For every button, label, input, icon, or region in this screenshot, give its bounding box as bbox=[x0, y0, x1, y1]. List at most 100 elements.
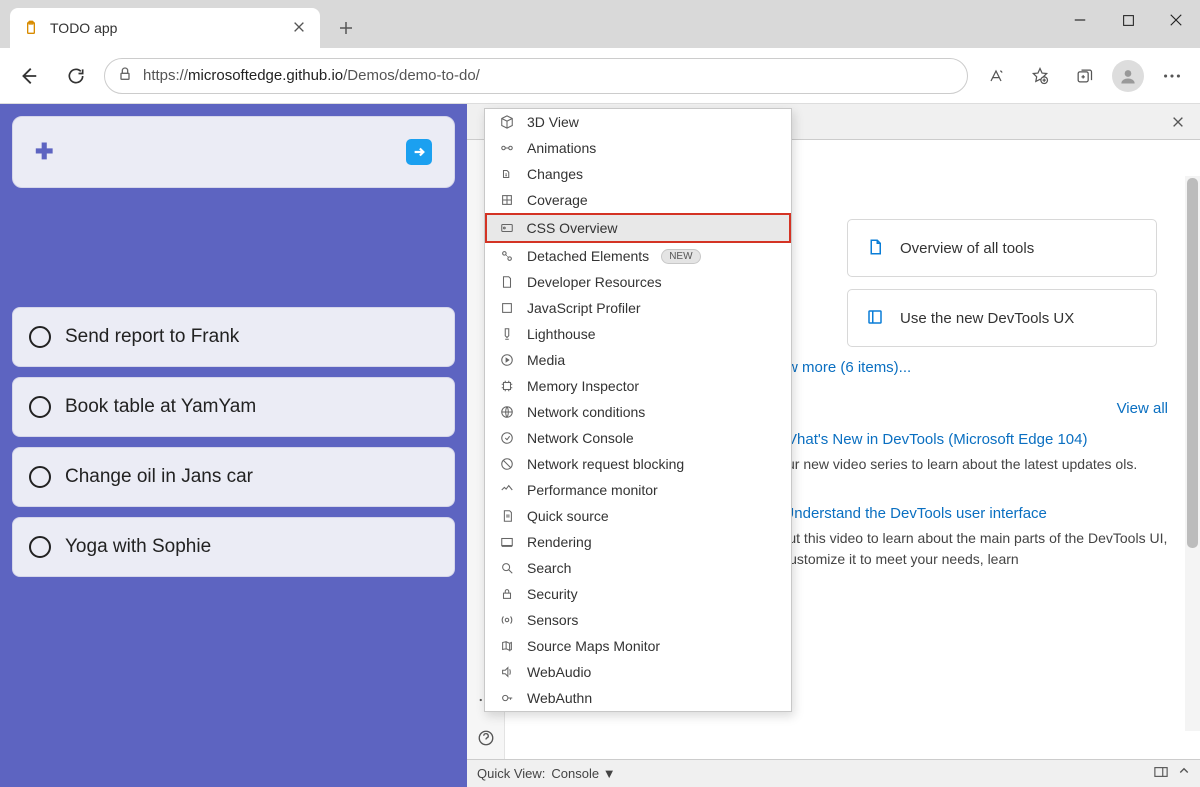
menu-item-webaudio[interactable]: WebAudio bbox=[485, 659, 791, 685]
show-more-link[interactable]: w more (6 items)... bbox=[787, 359, 1168, 376]
quick-view-label: Quick View: bbox=[477, 766, 545, 781]
block-icon bbox=[499, 456, 515, 472]
menu-item-search[interactable]: Search bbox=[485, 555, 791, 581]
todo-checkbox[interactable] bbox=[29, 326, 51, 348]
menu-item-media[interactable]: Media bbox=[485, 347, 791, 373]
menu-item-label: Rendering bbox=[527, 534, 592, 550]
article-video-desc: Check out this video to learn about the … bbox=[737, 528, 1168, 570]
menu-item-label: Coverage bbox=[527, 192, 588, 208]
menu-item-label: Network Console bbox=[527, 430, 634, 446]
menu-item-security[interactable]: Security bbox=[485, 581, 791, 607]
mem-icon bbox=[499, 378, 515, 394]
collections-icon[interactable] bbox=[1064, 56, 1104, 96]
menu-item-lighthouse[interactable]: Lighthouse bbox=[485, 321, 791, 347]
menu-item-webauthn[interactable]: WebAuthn bbox=[485, 685, 791, 711]
devtools-footer: Quick View: Console ▼ bbox=[467, 759, 1200, 787]
menu-item-javascript-profiler[interactable]: JavaScript Profiler bbox=[485, 295, 791, 321]
favorite-icon[interactable] bbox=[1020, 56, 1060, 96]
doc-icon bbox=[499, 274, 515, 290]
menu-item-css-overview[interactable]: CSS Overview bbox=[485, 213, 791, 243]
menu-item-detached-elements[interactable]: Detached ElementsNEW bbox=[485, 243, 791, 269]
menu-item-network-console[interactable]: Network Console bbox=[485, 425, 791, 451]
more-button[interactable] bbox=[1152, 56, 1192, 96]
todo-checkbox[interactable] bbox=[29, 396, 51, 418]
lock-icon bbox=[499, 586, 515, 602]
todo-text: Send report to Frank bbox=[65, 326, 239, 348]
menu-item-source-maps-monitor[interactable]: Source Maps Monitor bbox=[485, 633, 791, 659]
scrollbar[interactable] bbox=[1185, 176, 1200, 731]
todo-item[interactable]: Book table at YamYam bbox=[12, 377, 455, 437]
help-button[interactable] bbox=[473, 725, 499, 751]
menu-item-label: Search bbox=[527, 560, 571, 576]
url-field[interactable]: https://microsoftedge.github.io/Demos/de… bbox=[104, 58, 968, 94]
browser-tab[interactable]: TODO app bbox=[10, 8, 320, 48]
todo-item[interactable]: Change oil in Jans car bbox=[12, 447, 455, 507]
article-whats-new-desc: ur new video series to learn about the l… bbox=[787, 454, 1168, 475]
plus-icon: ✚ bbox=[35, 139, 53, 165]
article-video-title[interactable]: Video: Understand the DevTools user inte… bbox=[737, 505, 1168, 522]
avatar-icon bbox=[1112, 60, 1144, 92]
add-todo-row[interactable]: ✚ bbox=[12, 116, 455, 188]
titlebar: TODO app bbox=[0, 0, 1200, 48]
tab-title: TODO app bbox=[50, 20, 282, 36]
submit-arrow-icon[interactable] bbox=[406, 139, 432, 165]
menu-item-rendering[interactable]: Rendering bbox=[485, 529, 791, 555]
menu-item-label: 3D View bbox=[527, 114, 579, 130]
menu-item-changes[interactable]: Changes bbox=[485, 161, 791, 187]
console-dropdown[interactable]: Console ▼ bbox=[551, 766, 615, 781]
tab-close-icon[interactable] bbox=[292, 20, 308, 36]
todo-item[interactable]: Send report to Frank bbox=[12, 307, 455, 367]
menu-item-label: WebAudio bbox=[527, 664, 591, 680]
cov-icon bbox=[499, 192, 515, 208]
js-icon bbox=[499, 300, 515, 316]
menu-item-memory-inspector[interactable]: Memory Inspector bbox=[485, 373, 791, 399]
minimize-button[interactable] bbox=[1056, 0, 1104, 40]
light-icon bbox=[499, 326, 515, 342]
menu-item-label: Memory Inspector bbox=[527, 378, 639, 394]
doc-icon bbox=[866, 238, 886, 258]
chevron-up-icon[interactable] bbox=[1178, 765, 1190, 782]
address-bar: https://microsoftedge.github.io/Demos/de… bbox=[0, 48, 1200, 104]
menu-item-coverage[interactable]: Coverage bbox=[485, 187, 791, 213]
menu-item-developer-resources[interactable]: Developer Resources bbox=[485, 269, 791, 295]
menu-item-label: Changes bbox=[527, 166, 583, 182]
todo-item[interactable]: Yoga with Sophie bbox=[12, 517, 455, 577]
todo-text: Change oil in Jans car bbox=[65, 466, 253, 488]
perf-icon bbox=[499, 482, 515, 498]
src-icon bbox=[499, 508, 515, 524]
menu-item-label: WebAuthn bbox=[527, 690, 592, 706]
menu-item-network-request-blocking[interactable]: Network request blocking bbox=[485, 451, 791, 477]
profile-button[interactable] bbox=[1108, 56, 1148, 96]
new-tab-button[interactable] bbox=[330, 12, 362, 44]
card-new-ux[interactable]: Use the new DevTools UX bbox=[847, 289, 1157, 347]
devtools-close-button[interactable] bbox=[1164, 108, 1192, 136]
menu-item-label: Detached Elements bbox=[527, 248, 649, 264]
menu-item-label: Performance monitor bbox=[527, 482, 658, 498]
menu-item-network-conditions[interactable]: Network conditions bbox=[485, 399, 791, 425]
sens-icon bbox=[499, 612, 515, 628]
article-whats-new-title[interactable]: Vhat's New in DevTools (Microsoft Edge 1… bbox=[787, 431, 1168, 448]
dock-icon[interactable] bbox=[1154, 765, 1168, 782]
close-window-button[interactable] bbox=[1152, 0, 1200, 40]
scrollbar-thumb[interactable] bbox=[1187, 178, 1198, 548]
menu-item-label: Quick source bbox=[527, 508, 609, 524]
menu-item-label: Media bbox=[527, 352, 565, 368]
maximize-button[interactable] bbox=[1104, 0, 1152, 40]
menu-item-label: JavaScript Profiler bbox=[527, 300, 641, 316]
back-button[interactable] bbox=[8, 56, 48, 96]
menu-item-sensors[interactable]: Sensors bbox=[485, 607, 791, 633]
todo-text: Book table at YamYam bbox=[65, 396, 256, 418]
layout-icon bbox=[866, 308, 886, 328]
menu-item-quick-source[interactable]: Quick source bbox=[485, 503, 791, 529]
menu-item-animations[interactable]: Animations bbox=[485, 135, 791, 161]
url-text: https://microsoftedge.github.io/Demos/de… bbox=[143, 67, 480, 84]
menu-item-3d-view[interactable]: 3D View bbox=[485, 109, 791, 135]
refresh-button[interactable] bbox=[56, 56, 96, 96]
menu-item-label: Lighthouse bbox=[527, 326, 596, 342]
card-overview-tools[interactable]: Overview of all tools bbox=[847, 219, 1157, 277]
menu-item-performance-monitor[interactable]: Performance monitor bbox=[485, 477, 791, 503]
todo-checkbox[interactable] bbox=[29, 466, 51, 488]
read-aloud-icon[interactable] bbox=[976, 56, 1016, 96]
todo-checkbox[interactable] bbox=[29, 536, 51, 558]
todo-text: Yoga with Sophie bbox=[65, 536, 211, 558]
